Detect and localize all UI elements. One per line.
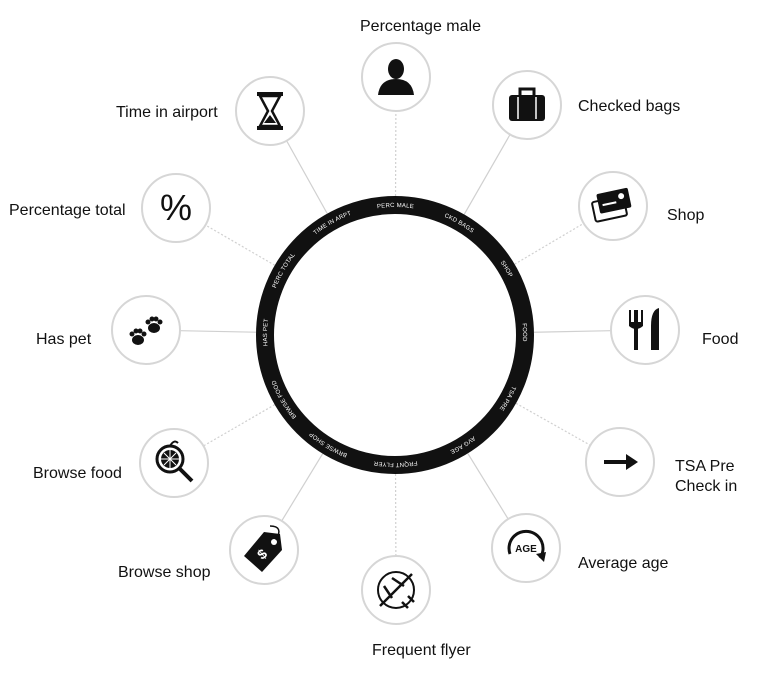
label-food: Food [702, 331, 739, 348]
credit-card-icon [578, 171, 648, 241]
label-average-age: Average age [578, 555, 669, 572]
spoke-browse-shop [281, 453, 324, 522]
arrow-right-icon [585, 427, 655, 497]
age-icon: AGE [491, 513, 561, 583]
percent-icon: % [141, 173, 211, 243]
spoke-tsa-pre [515, 402, 591, 446]
magnifier-fruit-icon [139, 428, 209, 498]
label-frequent-flyer: Frequent flyer [372, 642, 471, 659]
ring-label-food: FOOD [520, 323, 527, 342]
spoke-shop [514, 222, 585, 265]
label-checked-bags: Checked bags [578, 98, 681, 115]
paw-prints-icon [111, 295, 181, 365]
spoke-average-age [467, 453, 509, 520]
label-tsa-pre: TSA Pre Check in [675, 457, 737, 497]
suitcase-icon [492, 70, 562, 140]
price-tag-icon: $ [229, 515, 299, 585]
spoke-has-pet [179, 330, 257, 333]
label-line: TSA Pre [675, 458, 735, 475]
spoke-food [533, 330, 612, 333]
label-percentage-total: Percentage total [9, 202, 126, 219]
percent-icon-text: % [160, 187, 192, 228]
ring-center [275, 215, 515, 455]
spoke-browse-food [203, 404, 276, 447]
label-browse-food: Browse food [33, 465, 122, 482]
spoke-percentage-total [205, 224, 276, 266]
age-icon-text: AGE [515, 544, 537, 555]
hourglass-icon [235, 76, 305, 146]
spoke-checked-bags [463, 134, 511, 215]
ring-label-has-pet: HAS PET [263, 318, 270, 346]
airplane-icon [361, 555, 431, 625]
label-line: Check in [675, 478, 738, 495]
person-icon [361, 42, 431, 112]
label-percentage-male: Percentage male [360, 18, 481, 35]
label-time-in-airport: Time in airport [116, 104, 218, 121]
label-has-pet: Has pet [36, 331, 92, 348]
spoke-time-in-airport [286, 140, 328, 214]
fork-knife-icon [610, 295, 680, 365]
label-browse-shop: Browse shop [118, 564, 211, 581]
label-shop: Shop [667, 207, 705, 224]
